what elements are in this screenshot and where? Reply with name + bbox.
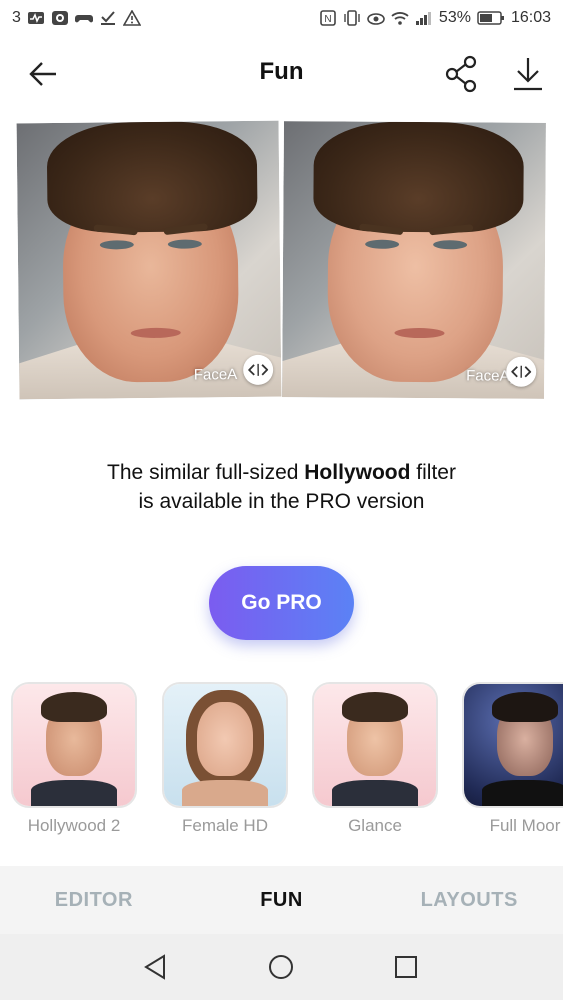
filter-thumbnail bbox=[462, 682, 563, 808]
filter-thumbnail bbox=[11, 682, 137, 808]
nfc-icon: N bbox=[319, 10, 337, 26]
tab-fun[interactable]: FUN bbox=[188, 866, 376, 934]
signal-icon bbox=[415, 10, 433, 26]
filter-thumbnail bbox=[162, 682, 288, 808]
promo-text: filter bbox=[410, 461, 456, 484]
original-photo: FaceA bbox=[16, 120, 282, 400]
warning-icon bbox=[122, 9, 142, 26]
compare-handle[interactable] bbox=[506, 356, 537, 387]
vibrate-icon bbox=[343, 10, 361, 26]
go-pro-button[interactable]: Go PRO bbox=[209, 566, 354, 640]
filter-item-full-moon[interactable]: Full Moor bbox=[462, 682, 563, 836]
battery-percent: 53% bbox=[438, 9, 471, 26]
nav-recents-icon bbox=[395, 956, 417, 978]
camera-app-icon bbox=[51, 10, 69, 26]
download-done-icon bbox=[99, 10, 117, 26]
status-bar: 3 N 53% 16:03 bbox=[0, 0, 563, 38]
filter-item-glance[interactable]: Glance bbox=[312, 682, 438, 836]
share-icon bbox=[445, 55, 477, 93]
watermark: FaceA bbox=[193, 366, 238, 384]
filter-label: Female HD bbox=[182, 816, 268, 835]
status-left: 3 bbox=[12, 9, 142, 27]
filtered-photo: FaceApp bbox=[282, 121, 546, 399]
notification-count: 3 bbox=[12, 9, 21, 26]
activity-icon bbox=[27, 10, 45, 26]
download-icon bbox=[514, 58, 542, 91]
compare-arrows-icon bbox=[511, 365, 532, 378]
bottom-tab-bar: EDITOR FUN LAYOUTS bbox=[0, 866, 563, 934]
pro-promo-text: The similar full-sized Hollywood filter … bbox=[0, 458, 563, 516]
promo-text: The similar full-sized bbox=[107, 461, 305, 484]
filter-name: Hollywood bbox=[304, 461, 411, 484]
nav-home-icon bbox=[269, 955, 293, 979]
filter-thumbnail bbox=[312, 682, 438, 808]
game-controller-icon bbox=[74, 10, 93, 26]
tab-editor[interactable]: EDITOR bbox=[0, 866, 188, 934]
filter-label: Full Moor bbox=[489, 816, 561, 835]
download-button[interactable] bbox=[506, 52, 550, 96]
filter-item-hollywood-2[interactable]: Hollywood 2 bbox=[11, 682, 137, 836]
clock: 16:03 bbox=[510, 9, 551, 26]
system-navigation-bar bbox=[0, 934, 563, 1000]
before-after-comparison[interactable]: FaceA FaceApp bbox=[16, 120, 546, 402]
compare-handle[interactable] bbox=[243, 354, 274, 386]
nav-recents-button[interactable] bbox=[390, 951, 422, 983]
top-bar: Fun bbox=[0, 38, 563, 108]
tab-layouts[interactable]: LAYOUTS bbox=[375, 866, 563, 934]
compare-arrows-icon bbox=[248, 363, 269, 376]
promo-line-1: The similar full-sized Hollywood filter bbox=[0, 458, 563, 487]
nav-back-icon bbox=[144, 954, 165, 980]
filter-label: Hollywood 2 bbox=[27, 816, 121, 835]
battery-icon bbox=[477, 10, 505, 26]
share-button[interactable] bbox=[440, 52, 484, 96]
nav-back-button[interactable] bbox=[140, 951, 172, 983]
wifi-icon bbox=[391, 10, 409, 26]
svg-text:N: N bbox=[324, 14, 331, 25]
promo-line-2: is available in the PRO version bbox=[138, 490, 425, 513]
eye-comfort-icon bbox=[367, 10, 385, 26]
filter-item-female-hd[interactable]: Female HD bbox=[162, 682, 288, 836]
nav-home-button[interactable] bbox=[265, 951, 297, 983]
status-right: N 53% 16:03 bbox=[319, 9, 551, 27]
filter-label: Glance bbox=[348, 816, 402, 835]
filter-carousel[interactable]: Hollywood 2 Female HD Glance Full Moor bbox=[0, 682, 563, 842]
